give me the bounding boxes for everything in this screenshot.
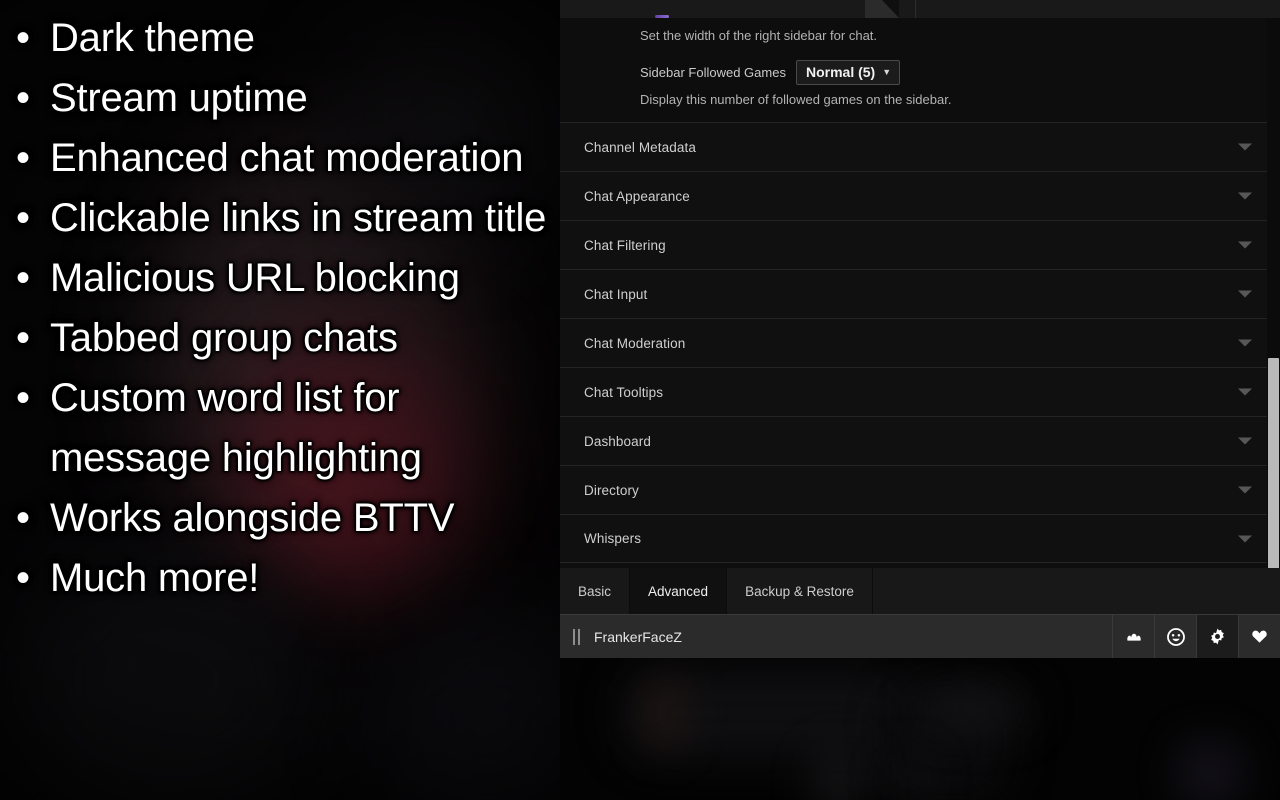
- followed-games-help-text: Display this number of followed games on…: [640, 92, 952, 107]
- settings-section-whispers[interactable]: Whispers: [560, 514, 1280, 563]
- panel-corner-tab-icon: [865, 0, 899, 18]
- tab-basic[interactable]: Basic: [560, 568, 631, 614]
- chevron-down-icon[interactable]: [1238, 192, 1252, 200]
- chevron-down-icon[interactable]: [1238, 437, 1252, 445]
- settings-section-chat-moderation[interactable]: Chat Moderation: [560, 318, 1280, 367]
- status-bar-title: FrankerFaceZ: [594, 628, 682, 645]
- background-blur-blob: [890, 758, 930, 798]
- chevron-down-icon: ▼: [882, 66, 892, 77]
- feature-label: Clickable links in stream title: [50, 196, 547, 240]
- settings-section-channel-metadata[interactable]: Channel Metadata: [560, 122, 1280, 171]
- feature-list-item: Enhanced chat moderation: [10, 128, 558, 188]
- settings-tab-bar: Basic Advanced Backup & Restore: [560, 568, 1280, 614]
- feature-list-item: Stream uptime: [10, 68, 558, 128]
- tab-label: Basic: [578, 583, 612, 599]
- settings-section-list: Channel Metadata Chat Appearance Chat Fi…: [560, 122, 1280, 563]
- followed-games-select[interactable]: Normal (5) ▼: [795, 60, 901, 85]
- background-blur-blob: [920, 688, 1030, 728]
- feature-list-item: Custom word list for message highlightin…: [10, 368, 558, 488]
- settings-section-chat-filtering[interactable]: Chat Filtering: [560, 220, 1280, 269]
- gear-icon[interactable]: [1196, 614, 1238, 659]
- settings-scrollbar-thumb[interactable]: [1268, 358, 1279, 586]
- tab-backup-restore[interactable]: Backup & Restore: [727, 568, 873, 614]
- feature-label: Enhanced chat moderation: [50, 136, 524, 180]
- chevron-down-icon[interactable]: [1238, 535, 1252, 542]
- tab-label: Advanced: [648, 583, 709, 599]
- section-label: Chat Tooltips: [584, 384, 664, 400]
- background-blur-blob: [650, 678, 680, 748]
- section-label: Chat Appearance: [584, 188, 690, 204]
- feature-list: Dark theme Stream uptime Enhanced chat m…: [10, 8, 558, 608]
- chevron-down-icon[interactable]: [1238, 486, 1252, 494]
- background-blur-blob: [815, 753, 865, 800]
- screenshot-root: Dark theme Stream uptime Enhanced chat m…: [0, 0, 1280, 800]
- followed-games-value: Normal (5): [805, 64, 876, 80]
- feature-list-item: Works alongside BTTV: [10, 488, 558, 548]
- section-label: Chat Filtering: [584, 237, 666, 253]
- feature-list-item: Malicious URL blocking: [10, 248, 558, 308]
- section-label: Whispers: [584, 531, 642, 546]
- background-blur-blob: [1180, 743, 1240, 800]
- drag-handle-icon[interactable]: [572, 628, 582, 645]
- feature-list-item: Clickable links in stream title: [10, 188, 558, 248]
- tab-label: Backup & Restore: [745, 583, 854, 599]
- section-label: Chat Input: [584, 286, 648, 302]
- chevron-down-icon[interactable]: [1238, 241, 1252, 249]
- feature-label: Works alongside BTTV: [50, 496, 455, 540]
- chevron-down-icon[interactable]: [1238, 290, 1252, 298]
- sidebar-width-help-text: Set the width of the right sidebar for c…: [640, 28, 878, 43]
- feature-label: Custom word list for message highlightin…: [50, 376, 422, 480]
- settings-section-chat-tooltips[interactable]: Chat Tooltips: [560, 367, 1280, 416]
- feature-label: Tabbed group chats: [50, 316, 398, 360]
- tab-advanced[interactable]: Advanced: [630, 568, 728, 614]
- settings-section-directory[interactable]: Directory: [560, 465, 1280, 514]
- feature-list-item: Tabbed group chats: [10, 308, 558, 368]
- section-label: Chat Moderation: [584, 335, 686, 351]
- settings-section-chat-input[interactable]: Chat Input: [560, 269, 1280, 318]
- status-bar: FrankerFaceZ: [560, 614, 1280, 659]
- feature-label: Dark theme: [50, 16, 255, 60]
- section-label: Channel Metadata: [584, 139, 696, 155]
- feature-label: Malicious URL blocking: [50, 256, 460, 300]
- chevron-down-icon[interactable]: [1238, 143, 1252, 151]
- feature-list-item: Dark theme: [10, 8, 558, 68]
- settings-section-dashboard[interactable]: Dashboard: [560, 416, 1280, 465]
- panel-top-divider: [915, 0, 916, 18]
- followed-games-row: Sidebar Followed Games Normal (5) ▼: [640, 60, 901, 85]
- section-label: Directory: [584, 482, 639, 498]
- frankerfacez-logo-icon[interactable]: [1112, 614, 1154, 659]
- chevron-down-icon[interactable]: [1238, 388, 1252, 396]
- heart-icon[interactable]: [1238, 614, 1280, 659]
- sidebar-width-slider[interactable]: [655, 15, 669, 18]
- feature-label: Stream uptime: [50, 76, 308, 120]
- settings-panel: Set the width of the right sidebar for c…: [560, 0, 1280, 660]
- settings-scrollbar-track[interactable]: [1267, 18, 1280, 586]
- emote-smiley-icon[interactable]: [1154, 614, 1196, 659]
- followed-games-label: Sidebar Followed Games: [640, 65, 786, 80]
- chevron-down-icon[interactable]: [1238, 339, 1252, 347]
- promo-panel: Dark theme Stream uptime Enhanced chat m…: [0, 0, 560, 800]
- settings-section-chat-appearance[interactable]: Chat Appearance: [560, 171, 1280, 220]
- settings-head: Set the width of the right sidebar for c…: [560, 15, 1280, 122]
- feature-label: Much more!: [50, 556, 260, 600]
- section-label: Dashboard: [584, 433, 651, 449]
- feature-list-item: Much more!: [10, 548, 558, 608]
- bottom-blurred-area: [560, 658, 1280, 800]
